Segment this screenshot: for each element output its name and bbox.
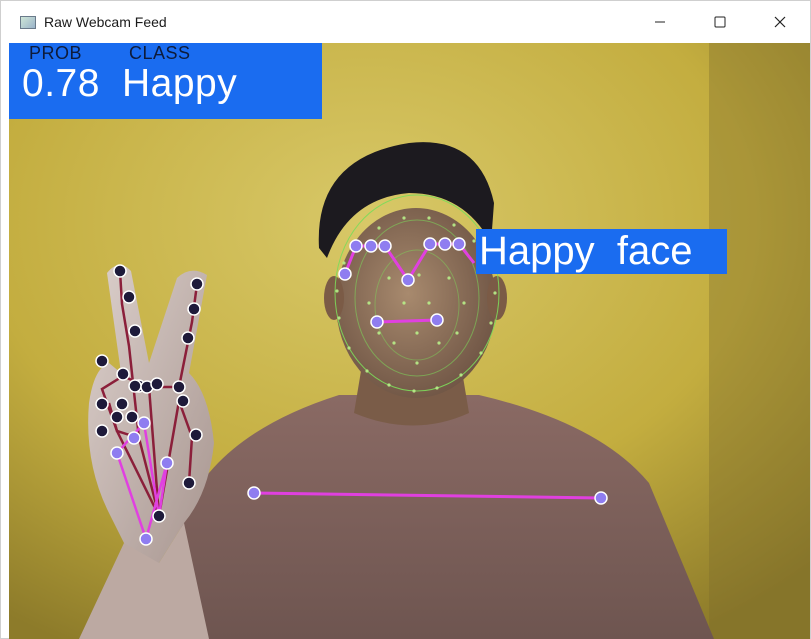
maximize-button[interactable] [690,1,750,43]
class-header: CLASS [129,43,191,63]
prob-header: PROB [29,43,83,63]
face-expression-label: Happy face [476,229,727,274]
wall-corner-shadow [709,43,810,639]
minimize-button[interactable] [630,1,690,43]
minimize-icon [655,21,665,23]
prob-value: 0.78 [22,62,100,105]
webcam-feed: PROB CLASS 0.78 Happy Happy face [9,43,810,639]
maximize-icon [714,16,726,28]
webcam-window: Raw Webcam Feed PROB CLASS 0.78 Happy Ha… [0,0,811,639]
webcam-app-icon [20,15,36,29]
camera-frame [9,43,810,639]
window-title: Raw Webcam Feed [44,14,167,30]
mouth-line [376,318,438,324]
title-bar[interactable]: Raw Webcam Feed [1,1,810,43]
close-icon [774,16,786,28]
ear-left [324,276,344,320]
prediction-box: PROB CLASS 0.78 Happy [9,43,322,119]
window-controls [630,1,810,43]
class-value: Happy [122,62,238,105]
face [336,208,496,398]
close-button[interactable] [750,1,810,43]
